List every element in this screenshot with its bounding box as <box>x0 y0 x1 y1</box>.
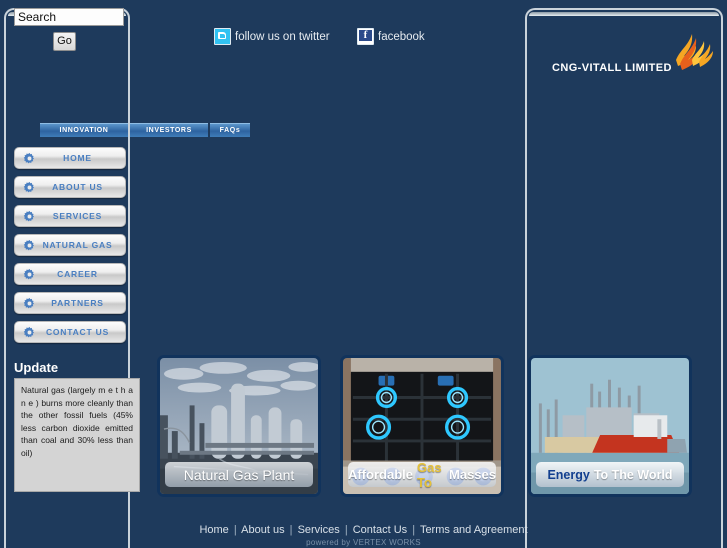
card-caption-text-3: Masses <box>449 467 496 482</box>
facebook-link[interactable]: facebook <box>357 28 425 45</box>
sidebar-item-career[interactable]: CAREER <box>14 263 126 285</box>
frame-highlight-right <box>529 12 719 16</box>
twitter-label: follow us on twitter <box>235 30 330 43</box>
sidebar-item-services[interactable]: SERVICES <box>14 205 126 227</box>
gear-icon <box>23 268 34 279</box>
card-caption-text: Natural Gas Plant <box>183 466 295 483</box>
card-caption-text-1: Affordable <box>348 467 413 482</box>
gear-icon <box>23 210 34 221</box>
sidebar-item-label: ABOUT US <box>52 182 103 192</box>
sidebar-item-label: PARTNERS <box>51 298 104 308</box>
gear-icon <box>23 152 34 163</box>
footer-separator: | <box>233 524 237 536</box>
gear-icon <box>23 239 34 250</box>
topnav-item-faqs[interactable]: FAQs <box>210 123 250 137</box>
gear-icon <box>23 297 34 308</box>
sidebar-item-contact-us[interactable]: CONTACT US <box>14 321 126 343</box>
sidebar-item-home[interactable]: HOME <box>14 147 126 169</box>
sidebar-item-natural-gas[interactable]: NATURAL GAS <box>14 234 126 256</box>
card-caption-text-2: To The World <box>593 467 673 482</box>
twitter-link[interactable]: follow us on twitter <box>214 28 330 45</box>
footer-separator: | <box>289 524 293 536</box>
sidebar-item-label: CONTACT US <box>45 327 110 337</box>
footer-link-services[interactable]: Services <box>298 524 340 536</box>
topnav-item-innovation[interactable]: INNOVATION <box>40 123 128 137</box>
brand-name: CNG-VITALL LIMITED <box>552 62 672 74</box>
facebook-label: facebook <box>378 30 425 43</box>
card-caption: Natural Gas Plant <box>165 462 313 487</box>
topnav-item-investors[interactable]: INVESTORS <box>130 123 208 137</box>
footer-separator: | <box>412 524 416 536</box>
card-caption: Affordable Gas To Masses <box>348 459 496 490</box>
sidebar-item-partners[interactable]: PARTNERS <box>14 292 126 314</box>
sidebar-item-label: CAREER <box>57 269 98 279</box>
flame-logo-icon <box>676 34 713 70</box>
footer-separator: | <box>344 524 348 536</box>
twitter-icon <box>214 28 231 45</box>
update-panel-title: Update <box>14 360 59 375</box>
footer-link-home[interactable]: Home <box>199 524 228 536</box>
footer-link-terms[interactable]: Terms and Agreement <box>420 524 528 536</box>
footer-link-about-us[interactable]: About us <box>241 524 284 536</box>
sidebar-navigation: HOME ABOUT US SERVICES NATURAL GAS CAREE… <box>14 147 126 350</box>
card-energy-to-the-world[interactable]: Energy To The World <box>528 355 692 497</box>
top-navigation: INNOVATION INVESTORS FAQs <box>40 123 250 137</box>
footer-link-contact-us[interactable]: Contact Us <box>353 524 407 536</box>
sidebar-item-label: NATURAL GAS <box>42 240 113 250</box>
powered-by-text: powered by VERTEX WORKS <box>306 538 421 547</box>
facebook-icon <box>357 28 374 45</box>
gear-icon <box>23 326 34 337</box>
card-natural-gas-plant[interactable]: Natural Gas Plant <box>157 355 321 497</box>
card-caption: Energy To The World <box>536 462 684 487</box>
sidebar-item-label: SERVICES <box>52 211 103 221</box>
footer-navigation: Home | About us | Services | Contact Us … <box>0 524 727 536</box>
card-affordable-gas[interactable]: Affordable Gas To Masses <box>340 355 504 497</box>
search-go-button[interactable]: Go <box>53 32 76 51</box>
sidebar-item-label: HOME <box>63 153 92 163</box>
card-caption-text-2: Gas To <box>417 459 442 490</box>
card-caption-text-1: Energy <box>547 467 590 482</box>
update-panel-body: Natural gas (largely m e t h a n e ) bur… <box>14 378 140 492</box>
sidebar-item-about-us[interactable]: ABOUT US <box>14 176 126 198</box>
search-input[interactable] <box>14 8 124 26</box>
page-root: Go follow us on twitter facebook CNG-VIT… <box>0 0 727 548</box>
gear-icon <box>23 181 34 192</box>
